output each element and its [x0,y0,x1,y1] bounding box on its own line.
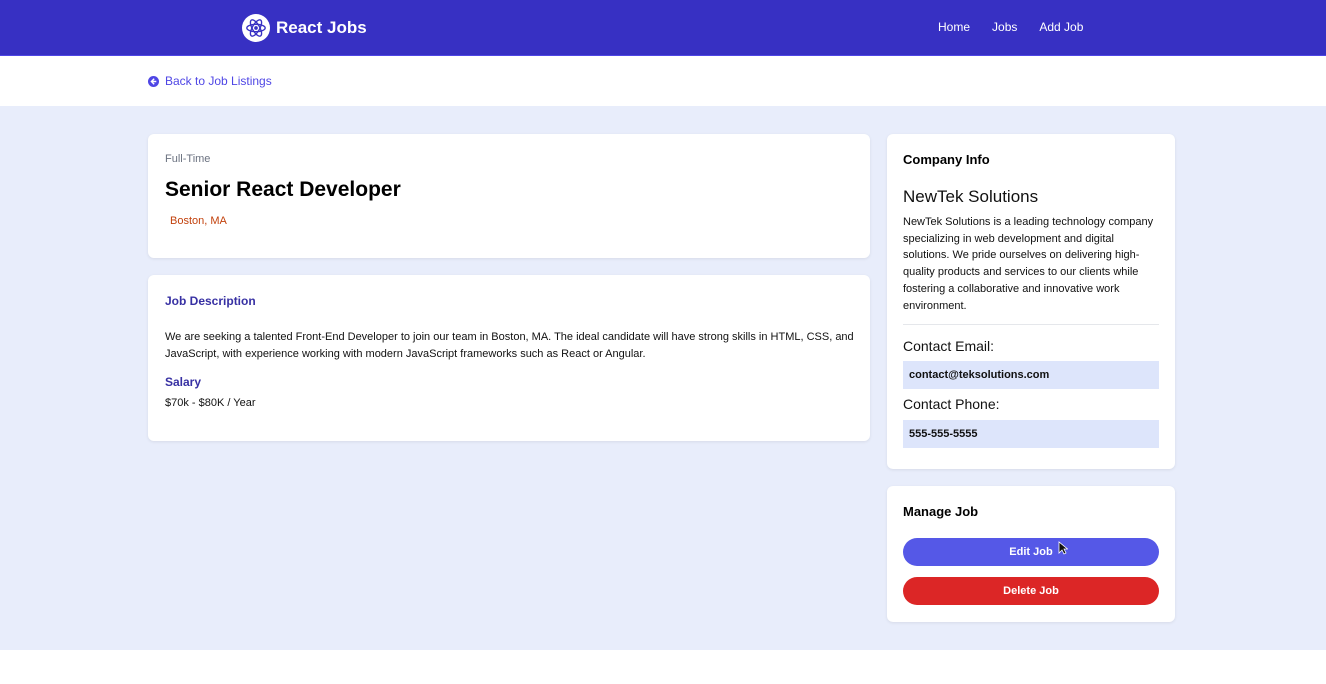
arrow-circle-left-icon [148,75,159,87]
company-name: NewTek Solutions [903,187,1039,206]
job-type: Full-Time [165,153,211,165]
contact-phone-label: Contact Phone: [903,396,1000,412]
company-info-card: Company Info NewTek Solutions NewTek Sol… [887,134,1175,469]
pointer-cursor-icon [1058,541,1068,555]
main-content: Full-Time Senior React Developer Boston,… [0,106,1326,650]
edit-job-button[interactable]: Edit Job [903,538,1159,566]
salary-value: $70k - $80K / Year [165,397,256,409]
job-location-text: Boston, MA [170,215,227,227]
contact-email-label: Contact Email: [903,338,995,354]
nav-links: Home Jobs Add Job [938,19,1105,35]
job-description-heading: Job Description [165,294,256,308]
contact-phone-value: 555-555-5555 [903,420,1159,448]
nav-link-add-job[interactable]: Add Job [1039,19,1083,35]
divider [903,324,1159,325]
manage-job-heading: Manage Job [903,504,979,519]
react-atom-icon [242,14,270,42]
nav-link-jobs[interactable]: Jobs [992,19,1017,35]
job-location: Boston, MA [170,215,227,227]
back-bar: Back to Job Listings [0,56,1326,106]
back-to-listings-link[interactable]: Back to Job Listings [148,74,272,88]
salary-heading: Salary [165,375,202,389]
company-description: NewTek Solutions is a leading technology… [903,216,1154,312]
company-info-heading: Company Info [903,152,990,167]
top-navbar: React Jobs Home Jobs Add Job [0,0,1326,56]
delete-job-button[interactable]: Delete Job [903,577,1159,605]
job-description-card: Job Description We are seeking a talente… [148,275,870,441]
brand-link[interactable]: React Jobs [242,14,367,42]
contact-email-value: contact@teksolutions.com [903,361,1159,389]
job-description-text: We are seeking a talented Front-End Deve… [165,331,854,360]
back-link-label: Back to Job Listings [165,74,272,88]
job-title: Senior React Developer [165,178,401,201]
nav-link-home[interactable]: Home [938,19,970,35]
brand-name: React Jobs [276,18,367,37]
job-header-card: Full-Time Senior React Developer Boston,… [148,134,870,258]
manage-job-card: Manage Job Edit Job Delete Job [887,486,1175,622]
